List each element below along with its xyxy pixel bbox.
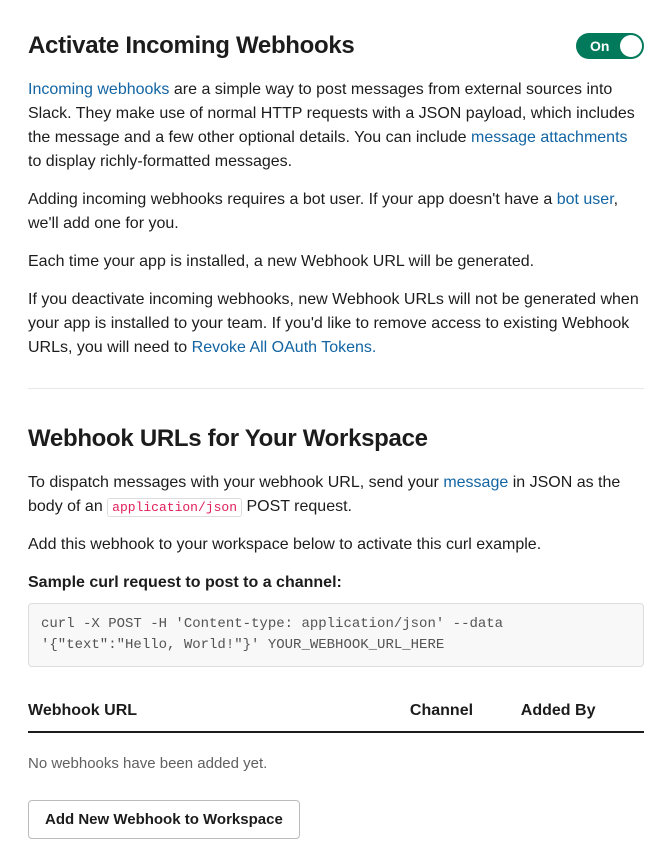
- message-attachments-link[interactable]: message attachments: [471, 129, 628, 146]
- urls-p1-tail: POST request.: [242, 498, 352, 515]
- intro-p2-before: Adding incoming webhooks requires a bot …: [28, 191, 557, 208]
- col-channel: Channel: [410, 689, 521, 732]
- intro-paragraph-3: Each time your app is installed, a new W…: [28, 250, 644, 274]
- page-title: Activate Incoming Webhooks: [28, 28, 354, 64]
- incoming-webhooks-link[interactable]: Incoming webhooks: [28, 81, 169, 98]
- curl-sample-block: curl -X POST -H 'Content-type: applicati…: [28, 603, 644, 667]
- add-webhook-button[interactable]: Add New Webhook to Workspace: [28, 800, 300, 839]
- toggle-label: On: [590, 36, 609, 57]
- content-type-code: application/json: [107, 498, 242, 517]
- col-webhook-url: Webhook URL: [28, 689, 410, 732]
- section-divider: [28, 388, 644, 389]
- intro-paragraph-1: Incoming webhooks are a simple way to po…: [28, 78, 644, 174]
- bot-user-link[interactable]: bot user: [557, 191, 614, 208]
- col-added-by: Added By: [521, 689, 644, 732]
- urls-p1-before: To dispatch messages with your webhook U…: [28, 474, 443, 491]
- activate-toggle[interactable]: On: [576, 33, 644, 59]
- sample-curl-label: Sample curl request to post to a channel…: [28, 571, 644, 595]
- intro-paragraph-2: Adding incoming webhooks requires a bot …: [28, 188, 644, 236]
- intro-paragraph-4: If you deactivate incoming webhooks, new…: [28, 288, 644, 360]
- urls-paragraph-2: Add this webhook to your workspace below…: [28, 533, 644, 557]
- revoke-tokens-link[interactable]: Revoke All OAuth Tokens.: [192, 339, 377, 356]
- message-link[interactable]: message: [443, 474, 508, 491]
- urls-section-title: Webhook URLs for Your Workspace: [28, 421, 644, 457]
- toggle-knob: [620, 35, 642, 57]
- intro-p1-tail: to display richly-formatted messages.: [28, 153, 292, 170]
- webhooks-table: Webhook URL Channel Added By: [28, 689, 644, 733]
- urls-paragraph-1: To dispatch messages with your webhook U…: [28, 471, 644, 519]
- webhooks-empty-state: No webhooks have been added yet.: [28, 743, 644, 800]
